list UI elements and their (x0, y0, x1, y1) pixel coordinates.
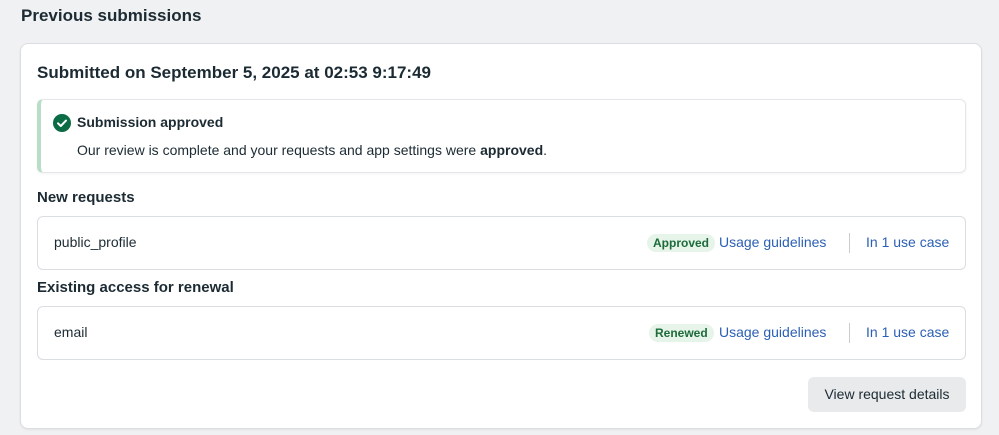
permission-row-email: email Renewed Usage guidelines In 1 use … (37, 306, 966, 360)
use-case-link[interactable]: In 1 use case (866, 234, 949, 250)
banner-text-end: . (543, 142, 548, 158)
view-request-details-button[interactable]: View request details (808, 377, 966, 412)
usage-guidelines-link[interactable]: Usage guidelines (719, 234, 826, 250)
permission-name: email (54, 324, 88, 340)
check-circle-icon (53, 114, 71, 132)
banner-title: Submission approved (77, 114, 224, 130)
section-title: Previous submissions (21, 6, 202, 25)
status-badge: Approved (647, 234, 716, 252)
usage-guidelines-link[interactable]: Usage guidelines (719, 324, 826, 340)
banner-text-start: Our review is complete and your requests… (77, 142, 481, 158)
permission-row-public-profile: public_profile Approved Usage guidelines… (37, 216, 966, 270)
permission-name: public_profile (54, 234, 137, 250)
status-badge: Renewed (649, 324, 714, 342)
divider (849, 233, 850, 253)
banner-text-bold: approved (480, 142, 544, 158)
divider (849, 323, 850, 343)
approval-banner: Submission approved Our review is comple… (37, 99, 966, 173)
submission-title: Submitted on September 5, 2025 at 02:53 … (37, 63, 431, 82)
banner-text: Our review is complete and your requests… (77, 142, 547, 158)
submission-card: Submitted on September 5, 2025 at 02:53 … (20, 43, 982, 429)
new-requests-label: New requests (37, 189, 135, 206)
existing-access-label: Existing access for renewal (37, 279, 234, 296)
use-case-link[interactable]: In 1 use case (866, 324, 949, 340)
